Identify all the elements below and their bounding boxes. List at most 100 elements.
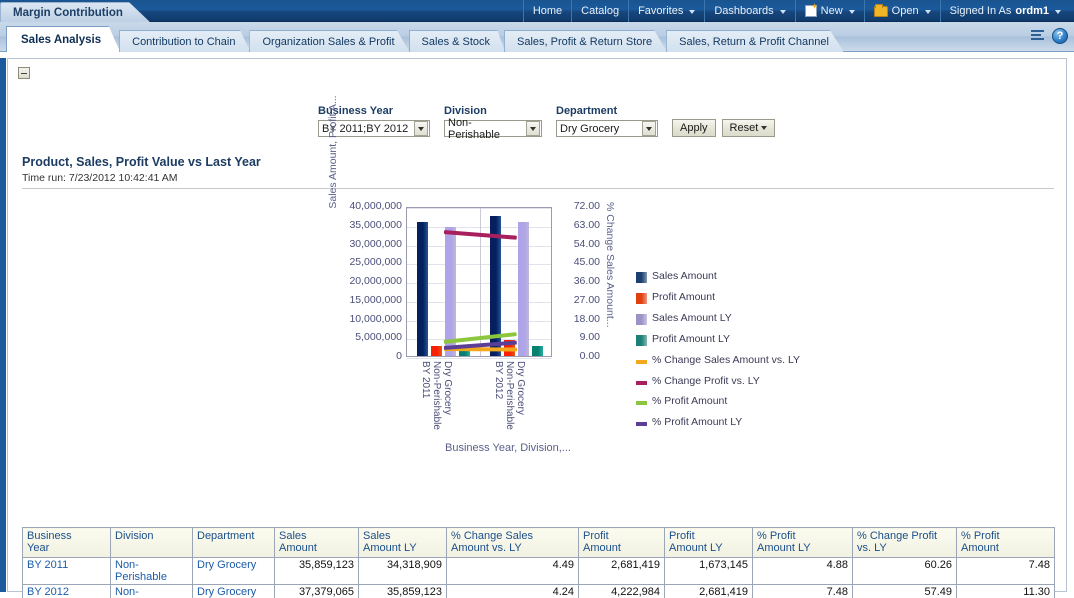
tab-sales-return-profit-channel[interactable]: Sales, Return & Profit Channel xyxy=(666,30,844,52)
legend-swatch xyxy=(636,401,647,405)
table-column-header[interactable]: % ProfitAmount xyxy=(957,528,1055,558)
tab-sales-analysis[interactable]: Sales Analysis xyxy=(6,26,120,52)
prompt-value: Dry Grocery xyxy=(560,123,619,135)
tab-label: Sales, Return & Profit Channel xyxy=(679,36,829,48)
divider xyxy=(22,188,1054,189)
prompt-select-department[interactable]: Dry Grocery xyxy=(556,120,658,137)
chart-bar[interactable] xyxy=(431,346,442,356)
nav-item-catalog[interactable]: Catalog xyxy=(572,0,629,22)
chart-y2-tick: 36.00 xyxy=(556,275,600,287)
table-column-header[interactable]: % Change SalesAmount vs. LY xyxy=(447,528,579,558)
legend-swatch xyxy=(636,335,647,346)
chart-y-tick: 30,000,000 xyxy=(318,238,402,250)
help-icon[interactable]: ? xyxy=(1052,28,1068,44)
table-cell[interactable]: BY 2012 xyxy=(23,585,111,598)
chart-x-tick-label: Non-Perishable xyxy=(431,361,442,430)
table-column-header-line1: % Profit xyxy=(757,530,848,542)
chart-category-divider xyxy=(480,208,481,356)
signed-in-as[interactable]: Signed In Asordm1 xyxy=(941,0,1070,22)
tab-sales-profit-return-store[interactable]: Sales, Profit & Return Store xyxy=(504,30,667,52)
dashboard-page: HomeCatalogFavoritesDashboardsNew Open Sig… xyxy=(0,0,1074,598)
chart-bar[interactable] xyxy=(532,346,543,356)
left-accent-rail xyxy=(0,58,6,592)
table-column-header-line1: % Profit xyxy=(961,530,1050,542)
chart-x-tick-label: BY 2011 xyxy=(420,361,431,398)
legend-swatch xyxy=(636,381,647,385)
nav-item-home[interactable]: Home xyxy=(523,0,572,22)
legend-label: % Change Profit vs. LY xyxy=(652,376,760,388)
apply-button[interactable]: Apply xyxy=(672,119,716,137)
chart-x-tick-label: Dry Grocery xyxy=(515,361,526,415)
legend-item[interactable]: Sales Amount LY xyxy=(636,313,806,325)
table-cell[interactable]: Dry Grocery xyxy=(193,585,275,598)
table-cell[interactable]: Non-Perishable xyxy=(111,585,193,598)
table-cell[interactable]: Dry Grocery xyxy=(193,558,275,585)
dashboard-title-tab[interactable]: Margin Contribution xyxy=(0,2,150,22)
nav-item-open[interactable]: Open xyxy=(865,0,941,22)
chevron-down-icon xyxy=(780,10,786,14)
chart-y-tick: 0 xyxy=(318,350,402,362)
chart-y-tick: 5,000,000 xyxy=(318,331,402,343)
chart-bar[interactable] xyxy=(518,222,529,356)
legend-item[interactable]: Profit Amount xyxy=(636,292,806,304)
nav-item-favorites[interactable]: Favorites xyxy=(629,0,705,22)
chevron-down-icon xyxy=(1055,10,1061,14)
table-column-header[interactable]: % ProfitAmount LY xyxy=(753,528,853,558)
page-options-icon[interactable] xyxy=(1031,29,1046,43)
chevron-down-icon[interactable] xyxy=(642,121,656,136)
table-column-header[interactable]: % Change Profitvs. LY xyxy=(853,528,957,558)
reset-button[interactable]: Reset xyxy=(722,119,776,137)
chart-y-tick: 40,000,000 xyxy=(318,200,402,212)
chevron-down-icon[interactable] xyxy=(526,121,540,136)
report-title: Product, Sales, Profit Value vs Last Yea… xyxy=(22,155,261,169)
tab-tools: ? xyxy=(1031,28,1068,44)
chart-y-axis-title-label: Sales Amount, Profit A... xyxy=(327,87,339,217)
collapse-section-icon[interactable] xyxy=(18,67,30,79)
legend-swatch xyxy=(636,314,647,325)
table-column-header[interactable]: Department xyxy=(193,528,275,558)
table-column-header-line2: Amount xyxy=(961,542,1050,554)
chart-bar[interactable] xyxy=(445,227,456,356)
table-column-header-line2: Year xyxy=(27,542,106,554)
table-cell: 7.48 xyxy=(753,585,853,598)
legend-item[interactable]: % Change Profit vs. LY xyxy=(636,376,806,388)
legend-item[interactable]: % Change Sales Amount vs. LY xyxy=(636,355,806,367)
table-column-header[interactable]: SalesAmount xyxy=(275,528,359,558)
nav-item-new[interactable]: New xyxy=(796,0,865,22)
table-column-header[interactable]: Division xyxy=(111,528,193,558)
table-cell: 35,859,123 xyxy=(275,558,359,585)
prompt-division: DivisionNon-Perishable xyxy=(444,105,542,137)
nav-item-label: Open xyxy=(892,5,919,17)
chart-x-tick-label: Dry Grocery xyxy=(442,361,453,415)
chart-y2-tick: 9.00 xyxy=(556,331,600,343)
table-cell: 60.26 xyxy=(853,558,957,585)
legend-swatch xyxy=(636,272,647,283)
table-column-header[interactable]: SalesAmount LY xyxy=(359,528,447,558)
report-timestamp: Time run: 7/23/2012 10:42:41 AM xyxy=(22,172,177,184)
tab-sales-stock[interactable]: Sales & Stock xyxy=(409,30,505,52)
tab-organization-sales-profit[interactable]: Organization Sales & Profit xyxy=(249,30,409,52)
table-cell: 4,222,984 xyxy=(579,585,665,598)
table-column-header[interactable]: ProfitAmount LY xyxy=(665,528,753,558)
chart-bar[interactable] xyxy=(417,222,428,356)
legend-item[interactable]: % Profit Amount LY xyxy=(636,417,806,429)
prompt-department: DepartmentDry Grocery xyxy=(556,105,658,137)
table-column-header-line2: Amount vs. LY xyxy=(451,542,574,554)
page-tab-strip: Sales AnalysisContribution to ChainOrgan… xyxy=(0,22,1074,52)
legend-item[interactable]: Sales Amount xyxy=(636,271,806,283)
table-cell[interactable]: Non-Perishable xyxy=(111,558,193,585)
tab-label: Sales & Stock xyxy=(422,36,490,48)
nav-item-dashboards[interactable]: Dashboards xyxy=(705,0,795,22)
table-column-header[interactable]: ProfitAmount xyxy=(579,528,665,558)
legend-label: % Change Sales Amount vs. LY xyxy=(652,355,800,367)
legend-item[interactable]: % Profit Amount xyxy=(636,396,806,408)
table-column-header[interactable]: BusinessYear xyxy=(23,528,111,558)
legend-item[interactable]: Profit Amount LY xyxy=(636,334,806,346)
table-cell[interactable]: BY 2011 xyxy=(23,558,111,585)
chevron-down-icon[interactable] xyxy=(414,121,428,136)
prompt-select-division[interactable]: Non-Perishable xyxy=(444,120,542,137)
reset-label: Reset xyxy=(730,122,759,134)
chart-y2-tick: 0.00 xyxy=(556,350,600,362)
tab-contribution-to-chain[interactable]: Contribution to Chain xyxy=(119,30,250,52)
chart-gridline-minor xyxy=(407,283,551,284)
